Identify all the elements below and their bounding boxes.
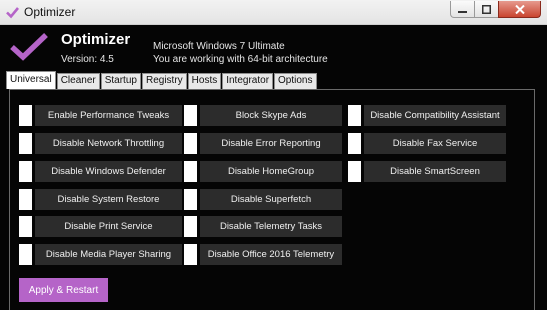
toggle-label: Disable Error Reporting <box>200 133 342 154</box>
toggle-switch[interactable] <box>19 161 32 182</box>
toggle-switch[interactable] <box>348 133 361 154</box>
close-button[interactable] <box>498 1 541 18</box>
tab-startup[interactable]: Startup <box>100 73 141 89</box>
toggle-label: Block Skype Ads <box>200 105 342 126</box>
toggle-switch[interactable] <box>19 216 32 237</box>
toggle-label: Disable System Restore <box>35 189 182 210</box>
toggle-switch[interactable] <box>19 244 32 265</box>
maximize-icon <box>482 4 491 14</box>
minimize-button[interactable] <box>450 1 475 18</box>
toggle-switch[interactable] <box>184 133 197 154</box>
tab-strip: Universal Cleaner Startup Registry Hosts… <box>6 71 318 89</box>
tab-hosts[interactable]: Hosts <box>187 73 222 89</box>
toggle-label: Disable SmartScreen <box>364 161 506 182</box>
toggle-disable-fax-service[interactable]: Disable Fax Service <box>348 133 506 154</box>
toggle-disable-superfetch[interactable]: Disable Superfetch <box>184 189 342 210</box>
toggle-disable-print-service[interactable]: Disable Print Service <box>19 216 182 237</box>
toggle-disable-office-2016-telemetry[interactable]: Disable Office 2016 Telemetry <box>184 244 342 265</box>
toggle-label: Disable Print Service <box>35 216 182 237</box>
toggle-disable-windows-defender[interactable]: Disable Windows Defender <box>19 161 182 182</box>
app-version: Version: 4.5 <box>61 54 114 65</box>
toggle-label: Disable Network Throttling <box>35 133 182 154</box>
toggle-block-skype-ads[interactable]: Block Skype Ads <box>184 105 342 126</box>
toggle-switch[interactable] <box>184 189 197 210</box>
title-bar: Optimizer <box>0 0 547 25</box>
toggle-switch[interactable] <box>348 105 361 126</box>
toggle-label: Disable Media Player Sharing <box>35 244 182 265</box>
minimize-icon <box>458 10 467 13</box>
toggle-disable-error-reporting[interactable]: Disable Error Reporting <box>184 133 342 154</box>
os-name: Microsoft Windows 7 Ultimate <box>153 41 285 52</box>
toggle-switch[interactable] <box>19 133 32 154</box>
toggle-label: Enable Performance Tweaks <box>35 105 182 126</box>
toggle-label: Disable Telemetry Tasks <box>200 216 342 237</box>
app-logo-check-icon <box>10 33 48 61</box>
toggle-disable-telemetry-tasks[interactable]: Disable Telemetry Tasks <box>184 216 342 237</box>
tab-options[interactable]: Options <box>274 73 317 89</box>
app-name: Optimizer <box>61 31 131 48</box>
toggle-disable-media-player-sharing[interactable]: Disable Media Player Sharing <box>19 244 182 265</box>
toggle-label: Disable Fax Service <box>364 133 506 154</box>
toggle-disable-compatibility-assistant[interactable]: Disable Compatibility Assistant <box>348 105 506 126</box>
apply-restart-button[interactable]: Apply & Restart <box>19 278 108 302</box>
maximize-button[interactable] <box>474 1 499 18</box>
toggle-switch[interactable] <box>19 105 32 126</box>
toggle-disable-network-throttling[interactable]: Disable Network Throttling <box>19 133 182 154</box>
toggle-switch[interactable] <box>184 216 197 237</box>
toggle-disable-smartscreen[interactable]: Disable SmartScreen <box>348 161 506 182</box>
toggle-enable-performance-tweaks[interactable]: Enable Performance Tweaks <box>19 105 182 126</box>
toggle-label: Disable Windows Defender <box>35 161 182 182</box>
tab-integrator[interactable]: Integrator <box>222 73 274 89</box>
toggle-switch[interactable] <box>184 105 197 126</box>
toggle-disable-homegroup[interactable]: Disable HomeGroup <box>184 161 342 182</box>
window-title: Optimizer <box>24 5 76 19</box>
toggle-label: Disable HomeGroup <box>200 161 342 182</box>
toggle-switch[interactable] <box>348 161 361 182</box>
close-icon <box>514 4 525 14</box>
app-window: Optimizer Version: 4.5 Microsoft Windows… <box>0 25 547 310</box>
tab-universal[interactable]: Universal <box>6 71 56 89</box>
architecture-text: You are working with 64-bit architecture <box>153 54 328 65</box>
toggle-label: Disable Office 2016 Telemetry <box>200 244 342 265</box>
toggle-label: Disable Compatibility Assistant <box>364 105 506 126</box>
window-controls <box>450 1 541 19</box>
tab-registry[interactable]: Registry <box>141 73 187 89</box>
tab-cleaner[interactable]: Cleaner <box>56 73 100 89</box>
app-check-icon <box>6 7 19 19</box>
toggle-switch[interactable] <box>184 161 197 182</box>
toggle-label: Disable Superfetch <box>200 189 342 210</box>
toggle-switch[interactable] <box>184 244 197 265</box>
toggle-disable-system-restore[interactable]: Disable System Restore <box>19 189 182 210</box>
toggle-switch[interactable] <box>19 189 32 210</box>
